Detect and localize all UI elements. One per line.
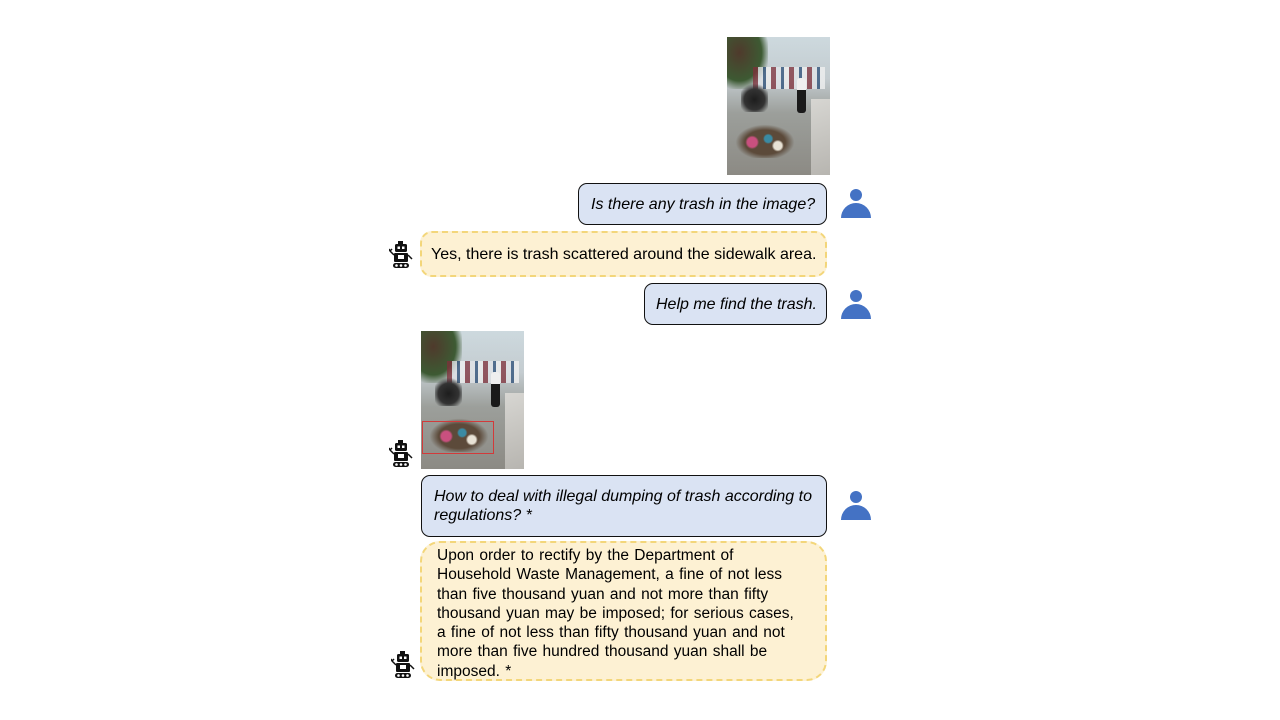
user-message-1: Is there any trash in the image? (578, 183, 827, 225)
photo-pedestrian (797, 78, 807, 113)
trash-bounding-box (422, 420, 495, 454)
bot-message-1: Yes, there is trash scattered around the… (420, 231, 827, 277)
user-avatar-3 (839, 491, 873, 521)
bot-detection-image[interactable] (421, 331, 524, 469)
user-avatar-head (850, 491, 862, 503)
photo-curb (811, 99, 830, 175)
user-message-2-text: Help me find the trash. (656, 296, 817, 313)
robot-icon (389, 440, 413, 467)
robot-icon (389, 241, 413, 268)
photo-scooter (435, 375, 463, 406)
user-message-3-text: How to deal with illegal dumping of tras… (434, 488, 812, 524)
bot-message-1-text: Yes, there is trash scattered around the… (431, 246, 817, 263)
user-avatar-head (850, 290, 862, 302)
user-avatar-head (850, 189, 862, 201)
user-avatar-2 (839, 290, 873, 320)
bot-message-2: Upon order to rectify by the Department … (420, 541, 827, 681)
photo-trash-pile (733, 122, 798, 159)
user-avatar-1 (839, 189, 873, 219)
photo-scooter (741, 81, 769, 112)
user-avatar-body (841, 505, 871, 520)
user-avatar-body (841, 304, 871, 319)
user-message-2: Help me find the trash. (644, 283, 827, 325)
user-message-3: How to deal with illegal dumping of tras… (421, 475, 827, 537)
user-message-1-text: Is there any trash in the image? (591, 196, 816, 213)
photo-curb (505, 393, 524, 469)
user-avatar-body (841, 203, 871, 218)
bot-message-2-text: Upon order to rectify by the Department … (437, 547, 794, 680)
user-uploaded-image[interactable] (727, 37, 830, 175)
photo-pedestrian (491, 372, 501, 407)
robot-icon (391, 651, 415, 678)
